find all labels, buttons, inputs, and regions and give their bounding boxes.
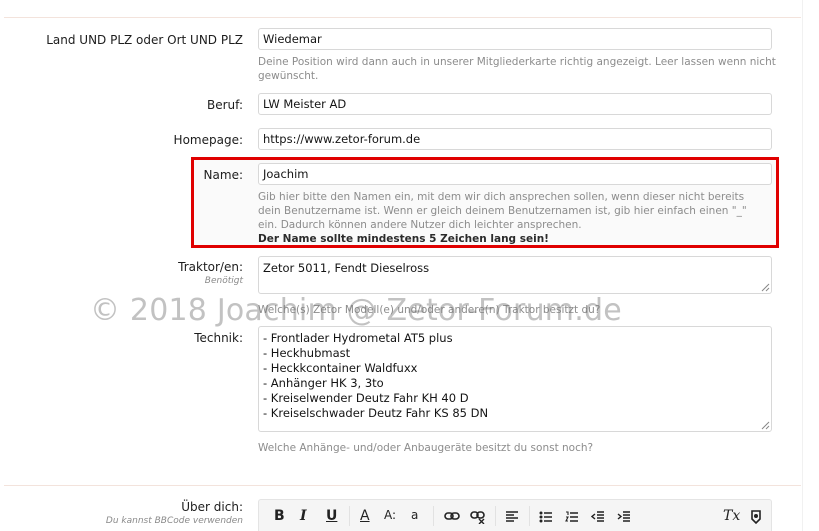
- right-border: [802, 0, 803, 531]
- technik-line: - Frontlader Hydrometal AT5 plus: [263, 331, 453, 345]
- outdent-icon[interactable]: [591, 511, 605, 523]
- toolbar-separator: [495, 506, 496, 526]
- about-bbcode-note: Du kannst BBCode verwenden: [105, 516, 243, 526]
- font-family-button[interactable]: a: [411, 508, 418, 522]
- job-label: Beruf:: [207, 98, 243, 112]
- insert-media-icon[interactable]: [749, 509, 763, 525]
- unlink-icon[interactable]: [470, 510, 486, 524]
- location-hint: Deine Position wird dann auch in unserer…: [258, 56, 776, 82]
- underline-button[interactable]: U: [326, 508, 337, 524]
- technik-line: - Anhänger HK 3, 3to: [263, 376, 384, 390]
- section-divider: [4, 485, 801, 486]
- technik-label: Technik:: [194, 331, 243, 345]
- editor-toolbar: B I U A A: a Tx: [258, 499, 772, 531]
- toolbar-separator: [349, 506, 350, 526]
- technik-line: - Kreiselwender Deutz Fahr KH 40 D: [263, 391, 469, 405]
- tractor-value: Zetor 5011, Fendt Dieselross: [263, 261, 430, 275]
- top-divider: [4, 17, 801, 18]
- remove-format-button[interactable]: Tx: [723, 508, 740, 524]
- tractor-required-label: Benötigt: [204, 276, 243, 286]
- link-icon[interactable]: [444, 510, 460, 522]
- location-label: Land UND PLZ oder Ort UND PLZ: [46, 33, 243, 47]
- font-color-button[interactable]: A: [360, 508, 370, 524]
- align-left-icon[interactable]: [505, 511, 519, 523]
- job-input[interactable]: LW Meister AD: [258, 93, 772, 115]
- font-size-button[interactable]: A:: [384, 508, 396, 522]
- resize-grip-icon[interactable]: [760, 282, 770, 292]
- technik-textarea[interactable]: - Frontlader Hydrometal AT5 plus - Heckh…: [258, 326, 772, 432]
- homepage-input[interactable]: https://www.zetor-forum.de: [258, 128, 772, 150]
- technik-hint: Welche Anhänge- und/oder Anbaugeräte bes…: [258, 442, 594, 454]
- technik-line: - Kreiselschwader Deutz Fahr KS 85 DN: [263, 406, 489, 420]
- bullet-list-icon[interactable]: [539, 511, 553, 523]
- about-label: Über dich:: [181, 500, 243, 514]
- toolbar-separator: [433, 506, 434, 526]
- numbered-list-icon[interactable]: [565, 511, 579, 523]
- resize-grip-icon[interactable]: [760, 420, 770, 430]
- technik-line: - Heckhubmast: [263, 346, 351, 360]
- indent-icon[interactable]: [617, 511, 631, 523]
- technik-line: - Heckkcontainer Waldfuxx: [263, 361, 418, 375]
- toolbar-separator: [529, 506, 530, 526]
- homepage-label: Homepage:: [173, 133, 243, 147]
- highlight-box: [191, 157, 779, 248]
- tractor-label: Traktor/en:: [178, 260, 243, 274]
- italic-button[interactable]: I: [300, 508, 307, 524]
- bold-button[interactable]: B: [274, 508, 285, 524]
- location-input[interactable]: Wiedemar: [258, 28, 772, 50]
- tractor-textarea[interactable]: Zetor 5011, Fendt Dieselross: [258, 256, 772, 294]
- copyright-watermark: © 2018 Joachim @ Zetor-Forum.de: [90, 293, 622, 328]
